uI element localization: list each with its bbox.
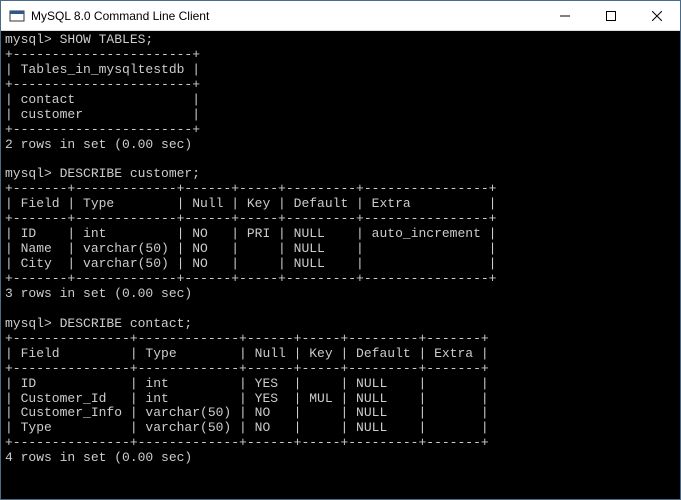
- window-controls: [542, 1, 680, 30]
- terminal-output[interactable]: mysql> SHOW TABLES; +-------------------…: [1, 31, 680, 499]
- maximize-button[interactable]: [588, 1, 634, 30]
- app-window: MySQL 8.0 Command Line Client mysql> SHO…: [0, 0, 681, 500]
- minimize-button[interactable]: [542, 1, 588, 30]
- close-button[interactable]: [634, 1, 680, 30]
- mysql-icon: [9, 8, 25, 24]
- window-title: MySQL 8.0 Command Line Client: [31, 9, 542, 23]
- titlebar: MySQL 8.0 Command Line Client: [1, 1, 680, 31]
